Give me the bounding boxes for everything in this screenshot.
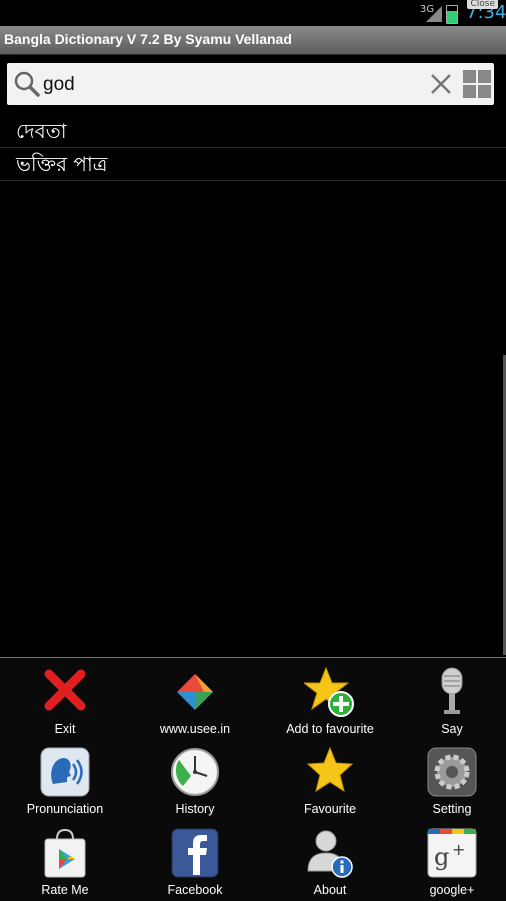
grid-icon[interactable] [462, 69, 492, 99]
menu-say[interactable]: Say [389, 660, 506, 740]
close-button[interactable]: Close [467, 0, 498, 9]
search-icon [14, 71, 40, 97]
result-item[interactable]: ভক্তির পাত্র [0, 148, 506, 181]
result-item[interactable]: দেবতা [0, 115, 506, 148]
menu-label: www.usee.in [159, 722, 231, 736]
menu-label: google+ [429, 883, 475, 897]
menu-google-plus[interactable]: g + google+ [389, 821, 506, 901]
search-input[interactable] [41, 71, 425, 99]
google-plus-icon: g + [427, 828, 477, 878]
usee-logo-icon [177, 674, 213, 710]
menu-label: Rate Me [41, 883, 89, 897]
status-bar: 3G 7:34 Close [0, 0, 506, 26]
menu-label: Exit [54, 722, 76, 736]
menu-website[interactable]: www.usee.in [132, 660, 258, 740]
clock-icon [171, 748, 219, 796]
menu-setting[interactable]: Setting [389, 740, 506, 820]
speaker-head-icon [40, 747, 90, 797]
menu-label: About [313, 883, 347, 897]
svg-text:g: g [434, 843, 449, 871]
menu-label: Facebook [167, 883, 223, 897]
menu-label: Say [441, 722, 463, 736]
star-icon [306, 746, 354, 793]
menu-label: Favourite [303, 802, 357, 816]
menu-facebook[interactable]: Facebook [132, 821, 258, 901]
facebook-icon [171, 828, 219, 878]
clear-icon[interactable] [429, 72, 453, 96]
svg-text:+: + [452, 840, 465, 859]
menu-label: Add to favourite [286, 722, 374, 736]
options-menu: Exit www.usee.in Add to favourite Say Pr… [0, 657, 506, 901]
menu-about[interactable]: About [267, 821, 393, 901]
menu-add-favourite[interactable]: Add to favourite [267, 660, 393, 740]
play-store-icon [44, 828, 86, 878]
star-plus-icon [304, 666, 354, 717]
menu-history[interactable]: History [132, 740, 258, 820]
menu-exit[interactable]: Exit [2, 660, 128, 740]
gear-icon [427, 747, 477, 797]
user-info-icon [307, 830, 353, 878]
menu-label: History [175, 802, 215, 816]
menu-label: Pronunciation [26, 802, 104, 816]
menu-label: Setting [432, 802, 472, 816]
app-title: Bangla Dictionary V 7.2 By Syamu Vellana… [4, 31, 292, 47]
results-list: দেবতা ভক্তির পাত্র [0, 115, 506, 181]
menu-favourite[interactable]: Favourite [267, 740, 393, 820]
search-bar [7, 63, 494, 105]
menu-rate-me[interactable]: Rate Me [2, 821, 128, 901]
title-bar: Bangla Dictionary V 7.2 By Syamu Vellana… [0, 26, 506, 55]
menu-pronunciation[interactable]: Pronunciation [2, 740, 128, 820]
signal-icon [426, 6, 442, 22]
red-x-icon [44, 669, 86, 711]
battery-icon [446, 5, 458, 24]
microphone-icon [441, 667, 463, 714]
